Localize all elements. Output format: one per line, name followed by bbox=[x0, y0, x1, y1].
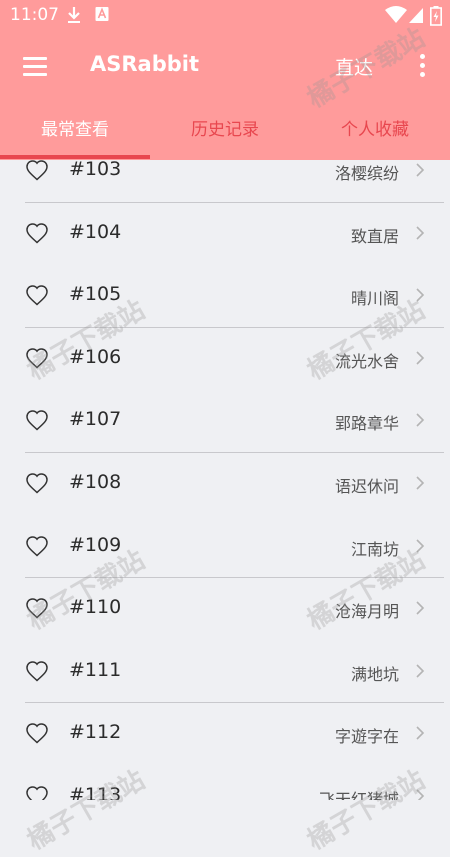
room-code: #106 bbox=[69, 345, 122, 368]
signal-icon bbox=[409, 8, 423, 23]
list-item[interactable]: #105 晴川阁 bbox=[0, 265, 450, 327]
room-name: 洛樱缤纷 bbox=[334, 164, 399, 183]
chevron-right-icon bbox=[415, 600, 425, 616]
room-name: 晴川阁 bbox=[350, 289, 399, 309]
app-title: ASRabbit bbox=[90, 52, 200, 76]
heart-favorite-icon[interactable] bbox=[25, 160, 49, 181]
chevron-right-icon bbox=[415, 663, 425, 679]
heart-favorite-icon[interactable] bbox=[25, 535, 49, 557]
room-name: 字遊字在 bbox=[334, 727, 399, 747]
list-item[interactable]: #109 江南坊 bbox=[0, 516, 450, 578]
hamburger-menu-icon[interactable] bbox=[20, 52, 50, 82]
room-code: #108 bbox=[69, 471, 122, 493]
chevron-right-icon bbox=[415, 412, 425, 428]
room-name: 江南坊 bbox=[350, 539, 399, 559]
room-code: #109 bbox=[69, 533, 122, 556]
list-item[interactable]: #112 字遊字在 bbox=[0, 703, 450, 765]
status-time: 11:07 bbox=[10, 5, 59, 25]
list-item[interactable]: #108 语迟休问 bbox=[0, 453, 450, 515]
room-name: 沧海月明 bbox=[334, 602, 399, 622]
list-item[interactable]: #113 飞天红猪城 bbox=[0, 766, 450, 800]
tab-most-viewed[interactable]: 最常查看 bbox=[0, 100, 150, 160]
heart-favorite-icon[interactable] bbox=[25, 597, 49, 619]
toolbar: ASRabbit 直达 bbox=[0, 32, 450, 100]
heart-favorite-icon[interactable] bbox=[25, 660, 49, 682]
room-code: #110 bbox=[69, 596, 122, 619]
battery-charging-icon bbox=[430, 6, 442, 26]
heart-favorite-icon[interactable] bbox=[25, 284, 49, 306]
tab-history[interactable]: 历史记录 bbox=[150, 100, 300, 160]
chevron-right-icon bbox=[415, 162, 425, 178]
tab-bar: 最常查看 历史记录 个人收藏 bbox=[0, 100, 450, 160]
list-item[interactable]: #106 流光水舍 bbox=[0, 328, 450, 390]
tab-favorites[interactable]: 个人收藏 bbox=[300, 100, 450, 160]
room-list[interactable]: #103 洛樱缤纷 #104 致直居 #105 晴川阁 #106 流光水舍 #107 郢路章华 #1… bbox=[0, 160, 450, 800]
direct-button[interactable]: 直达 bbox=[335, 53, 373, 80]
list-item[interactable]: #111 满地坑 bbox=[0, 641, 450, 703]
room-name: 语迟休问 bbox=[334, 477, 399, 496]
chevron-right-icon bbox=[415, 350, 425, 366]
chevron-right-icon bbox=[415, 725, 425, 741]
room-name: 满地坑 bbox=[350, 664, 399, 684]
room-code: #107 bbox=[69, 408, 122, 431]
room-name: 郢路章华 bbox=[334, 414, 399, 434]
keyboard-app-icon bbox=[95, 7, 109, 21]
heart-favorite-icon[interactable] bbox=[25, 222, 49, 244]
chevron-right-icon bbox=[415, 225, 425, 241]
heart-favorite-icon[interactable] bbox=[25, 785, 49, 800]
room-name: 飞天红猪城 bbox=[318, 790, 399, 800]
status-bar: 11:07 bbox=[0, 0, 450, 32]
more-options-icon[interactable] bbox=[410, 52, 434, 80]
list-item[interactable]: #104 致直居 bbox=[0, 203, 450, 265]
chevron-right-icon bbox=[415, 788, 425, 800]
download-icon bbox=[68, 7, 80, 23]
wifi-icon bbox=[385, 6, 407, 23]
room-name: 致直居 bbox=[350, 226, 399, 246]
heart-favorite-icon[interactable] bbox=[25, 409, 49, 431]
chevron-right-icon bbox=[415, 475, 425, 491]
room-name: 流光水舍 bbox=[334, 351, 399, 371]
list-item[interactable]: #103 洛樱缤纷 bbox=[0, 160, 450, 202]
list-item[interactable]: #110 沧海月明 bbox=[0, 578, 450, 640]
app-header: 11:07 ASRabbit 直达 最常查看 历史记录 个人收藏 bbox=[0, 0, 450, 160]
heart-favorite-icon[interactable] bbox=[25, 472, 49, 494]
list-item[interactable]: #107 郢路章华 bbox=[0, 390, 450, 452]
room-code: #113 bbox=[69, 784, 122, 800]
chevron-right-icon bbox=[415, 287, 425, 303]
heart-favorite-icon[interactable] bbox=[25, 722, 49, 744]
room-code: #112 bbox=[69, 721, 122, 744]
room-code: #103 bbox=[69, 160, 122, 180]
heart-favorite-icon[interactable] bbox=[25, 347, 49, 369]
room-code: #111 bbox=[69, 658, 122, 681]
room-code: #105 bbox=[69, 283, 122, 306]
tab-indicator bbox=[0, 155, 150, 159]
chevron-right-icon bbox=[415, 538, 425, 554]
room-code: #104 bbox=[69, 220, 122, 243]
